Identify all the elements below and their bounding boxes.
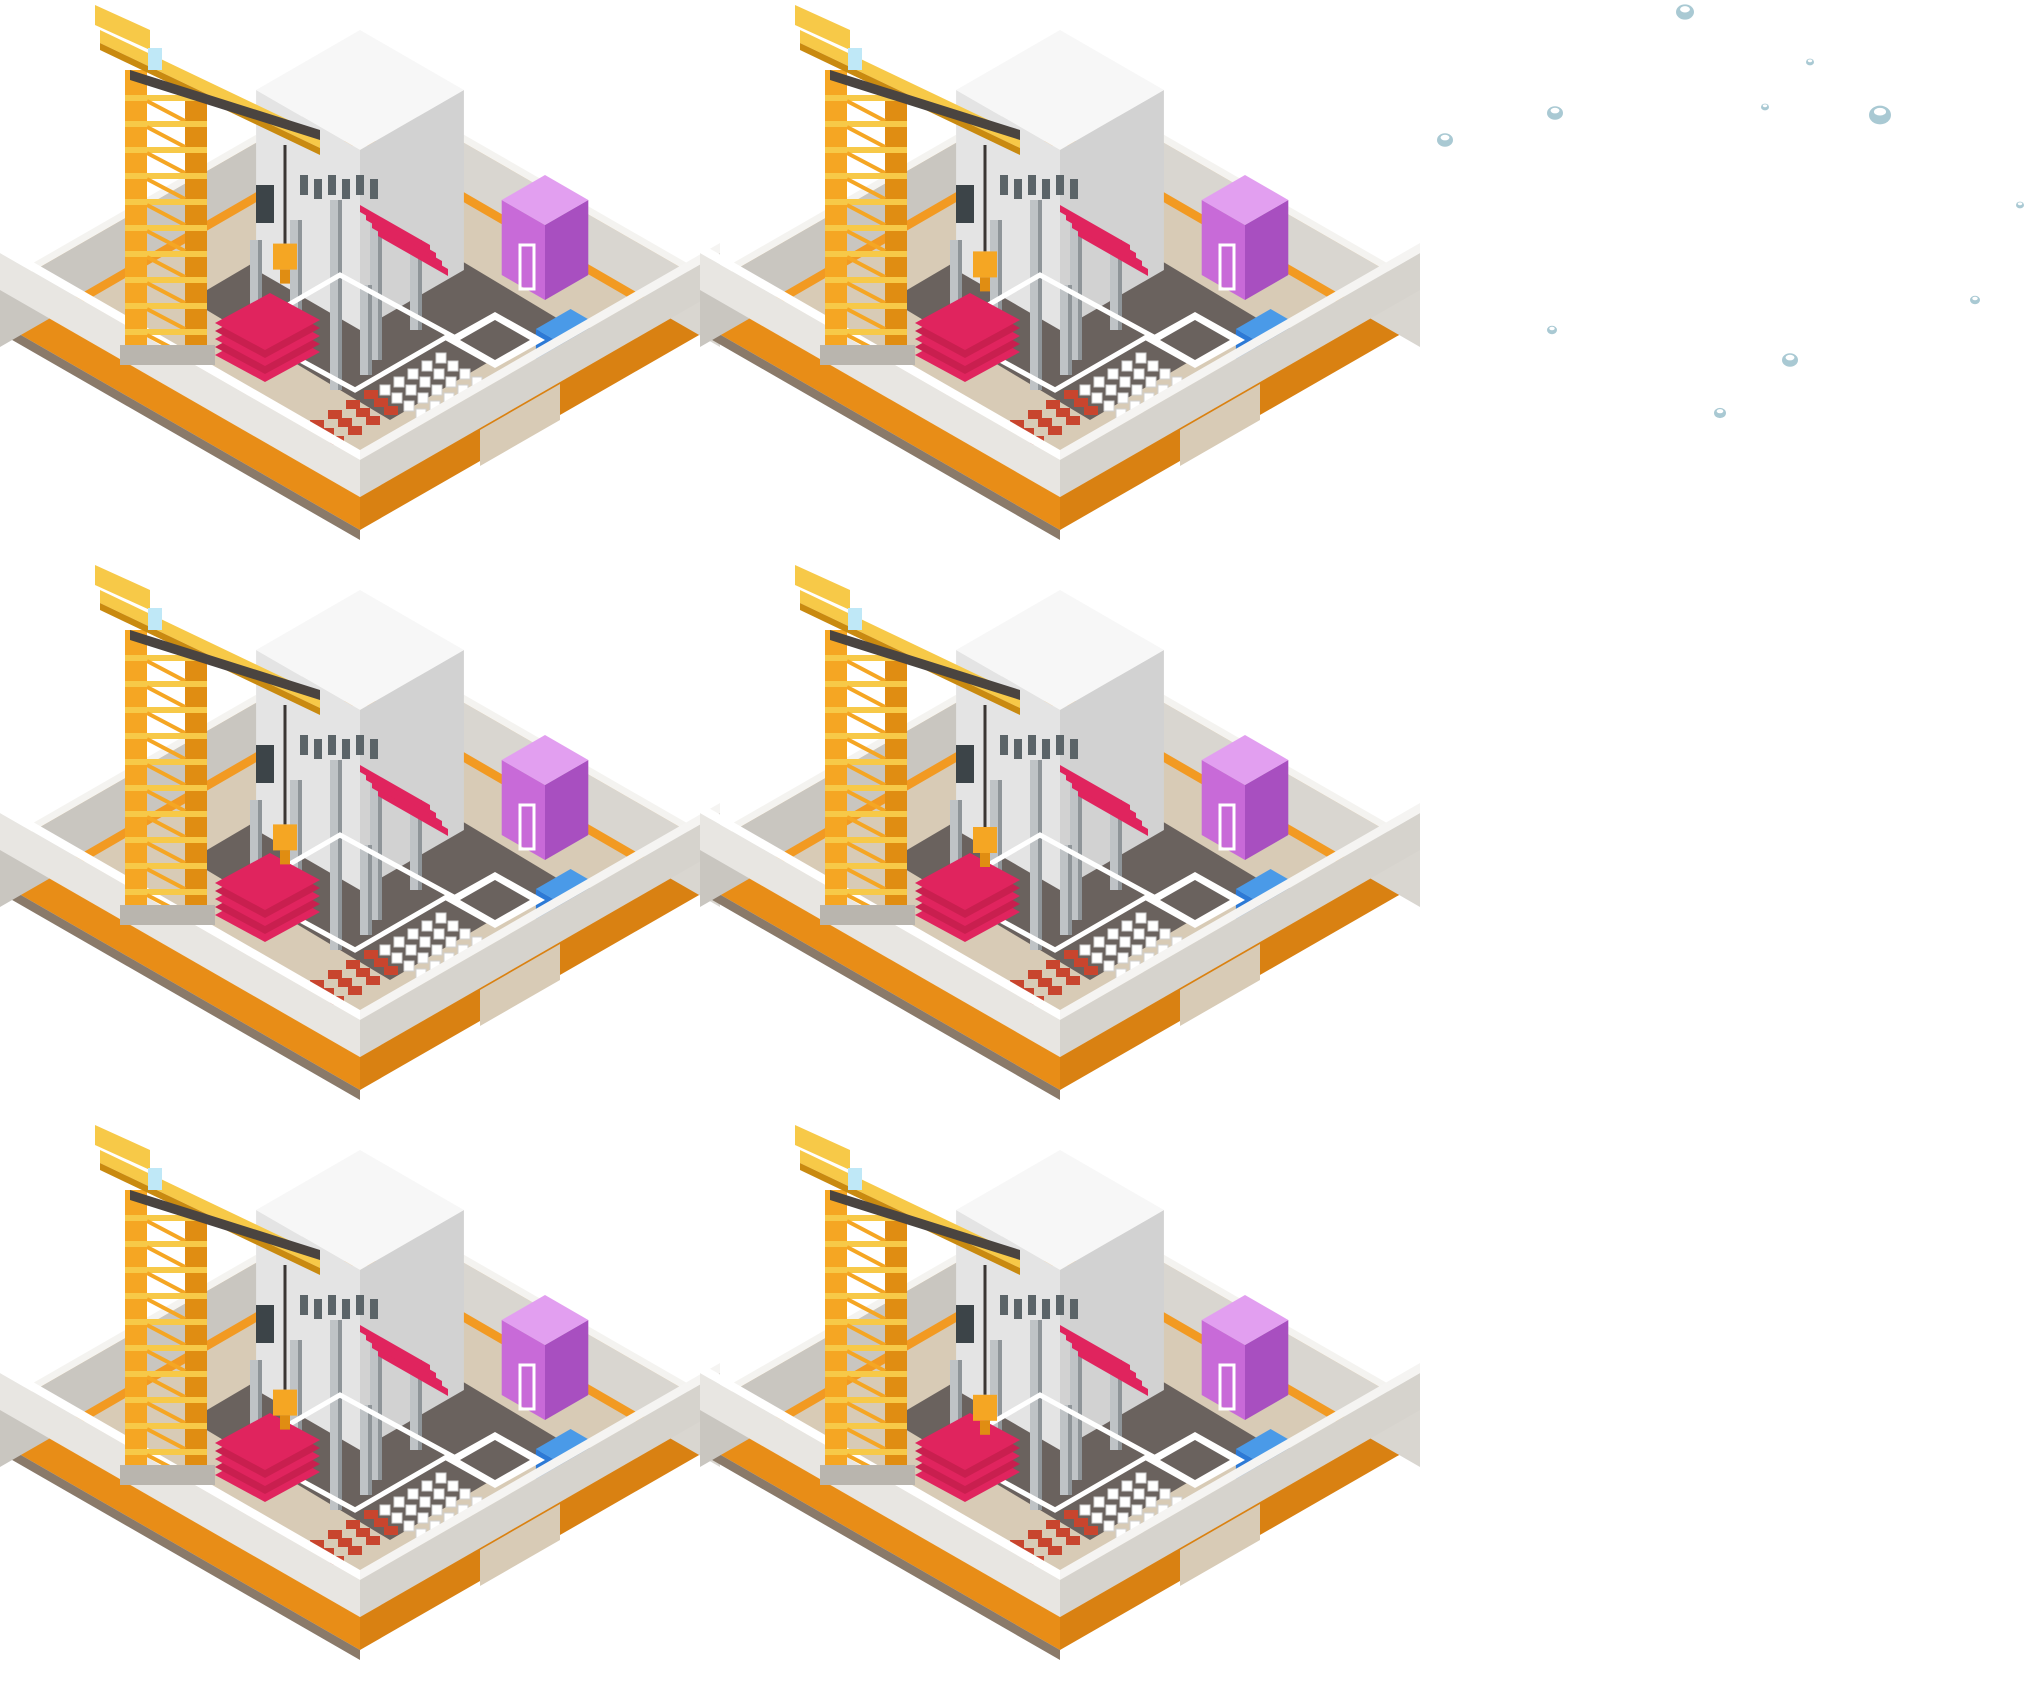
construction-site-frame-1 — [0, 0, 720, 570]
pink-cabin — [501, 735, 589, 860]
construction-site-frame-6 — [700, 1120, 1420, 1690]
water-droplet — [1714, 407, 1726, 419]
water-droplet — [1547, 325, 1557, 335]
water-droplet — [1676, 4, 1694, 20]
construction-site-frame-2 — [700, 0, 1420, 570]
construction-site-frame-5 — [0, 1120, 720, 1690]
water-droplet — [1782, 353, 1798, 367]
construction-site-frame-3 — [0, 560, 720, 1130]
water-droplets-particles — [1380, 0, 2025, 440]
pink-cabin — [1201, 1295, 1289, 1420]
pink-cabin — [501, 1295, 589, 1420]
water-droplet — [2016, 201, 2024, 209]
construction-site-frame-4 — [700, 560, 1420, 1130]
sprite-sheet — [0, 0, 2025, 1680]
water-droplet — [1806, 58, 1814, 66]
pink-cabin — [1201, 735, 1289, 860]
pink-cabin — [501, 175, 589, 300]
water-droplet — [1547, 106, 1563, 120]
water-droplet — [1970, 295, 1980, 305]
water-droplet — [1761, 103, 1769, 111]
water-droplet — [1437, 133, 1453, 147]
pink-cabin — [1201, 175, 1289, 300]
water-droplet — [1869, 105, 1891, 125]
